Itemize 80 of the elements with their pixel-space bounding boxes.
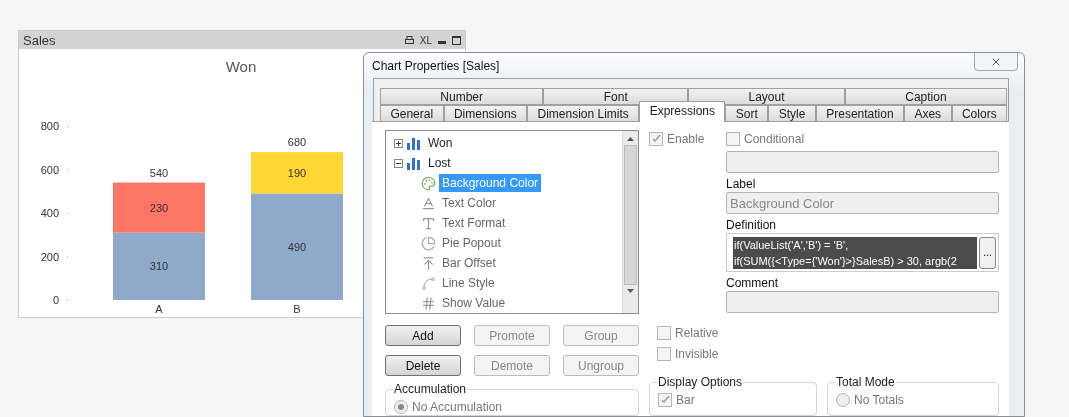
checkbox[interactable] [657,346,671,361]
maximize-icon[interactable] [452,35,461,45]
tree-item[interactable]: Line Style [439,274,498,292]
total-label: 680 [287,136,307,149]
field-label: Label [726,177,757,191]
checkbox[interactable] [649,131,663,146]
tab[interactable]: Style [768,105,816,122]
hash-icon [421,295,436,311]
tree-item[interactable]: Text Color [439,194,500,212]
tree-item[interactable]: Bar Offset [439,254,499,272]
checkbox-label: Bar [676,392,695,407]
collapse-icon[interactable] [394,158,403,168]
checkbox[interactable] [726,131,740,146]
bar-chart-icon [406,136,422,150]
value-label: 230 [149,201,169,214]
group-title: Total Mode [835,375,896,389]
scrollbar[interactable] [622,131,638,313]
curve-icon [421,275,436,291]
dialog-title: Chart Properties [Sales] [372,58,500,73]
tab[interactable]: Presentation [815,105,905,122]
definition-text: if(ValueList('A','B') = 'B', if(SUM({<Type={'Won'}>}SalesB) > 30, argb(2 [733,236,977,269]
pie-icon [421,235,436,251]
radio-button[interactable] [394,399,408,414]
bar-chart-icon [406,156,422,170]
comment-input[interactable] [726,291,999,313]
tree-item[interactable]: Won [425,134,456,152]
tab[interactable]: General [380,105,444,122]
palette-icon [421,175,436,191]
tab[interactable]: Sort [725,105,769,122]
chart-title: Won [225,58,257,75]
category-label: A [155,303,163,315]
tree-item[interactable]: Show Value [439,294,509,312]
value-label: 490 [287,240,307,253]
tab[interactable]: Expressions [639,101,726,122]
printer-icon[interactable] [404,35,414,45]
value-label: 190 [287,166,307,179]
checkbox-label: Conditional [744,131,805,146]
action-button[interactable]: Delete [385,355,461,376]
y-tick-label: 600 [40,163,59,176]
y-tick-label: 400 [40,207,59,219]
tab[interactable]: Colors [951,105,1008,122]
tree-item[interactable]: Pie Popout [439,234,504,252]
field-label: Comment [726,276,779,290]
arrow-up-icon [421,255,436,271]
y-tick-label: 0 [52,294,59,306]
letter-a-icon [421,195,436,211]
checkbox-label: Enable [667,131,705,146]
tab[interactable]: Layout [688,88,845,105]
category-label: B [293,303,301,315]
expand-icon[interactable] [394,138,403,148]
window-title: Sales [23,32,57,48]
checkbox-label: Relative [675,325,719,340]
action-button[interactable]: Add [385,325,461,346]
checkbox[interactable] [658,392,672,407]
tab[interactable]: Caption [844,88,1007,105]
value-label: 310 [149,260,169,273]
close-button[interactable] [974,53,1018,71]
checkbox-label: Invisible [675,346,719,361]
tab[interactable]: Dimension Limits [527,105,640,122]
input-field[interactable] [726,151,999,173]
edit-expression-button[interactable]: ... [979,236,996,269]
tab[interactable]: Number [380,88,544,105]
tree-item[interactable]: Lost [425,154,454,172]
excel-export-button[interactable]: XL [419,34,432,46]
radio-label: No Accumulation [412,399,503,414]
group-title: Accumulation [393,382,468,396]
tab[interactable]: Dimensions [443,105,528,122]
tree-item[interactable]: Text Format [439,214,509,232]
total-label: 540 [149,166,169,179]
y-tick-label: 800 [40,120,59,132]
radio-label: No Totals [854,392,904,407]
radio-button[interactable] [836,392,850,407]
tab[interactable]: Axes [904,105,952,122]
group-title: Display Options [657,375,744,389]
tab[interactable]: Font [543,88,689,105]
y-tick-label: 200 [40,250,59,263]
letter-t-icon [421,215,436,231]
checkbox[interactable] [657,325,671,340]
definition-input[interactable]: if(ValueList('A','B') = 'B', if(SUM({<Type={'Won'}>}SalesB) > 30, argb(2 ... [726,233,999,272]
field-label: Definition [726,218,778,232]
